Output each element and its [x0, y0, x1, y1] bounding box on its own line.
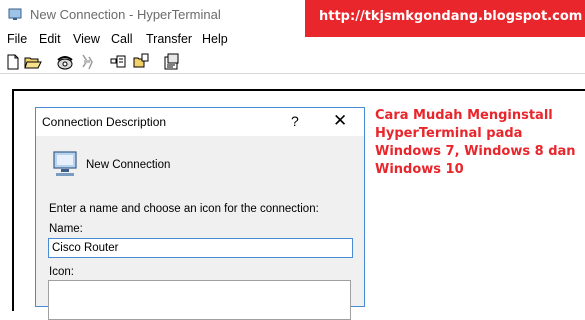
open-folder-icon[interactable] — [24, 53, 42, 71]
dialog-instruction: Enter a name and choose an icon for the … — [49, 203, 319, 215]
connection-name-display: New Connection — [86, 159, 171, 171]
menu-edit[interactable]: Edit — [39, 32, 61, 46]
menu-call[interactable]: Call — [111, 32, 133, 46]
hyperterminal-app-icon — [8, 8, 22, 20]
window-title: New Connection - HyperTerminal — [30, 7, 221, 22]
menu-bar: File Edit View Call Transfer Help — [0, 30, 305, 50]
close-button[interactable]: ✕ — [333, 111, 347, 131]
receive-file-icon[interactable] — [132, 53, 150, 71]
help-button[interactable]: ? — [291, 113, 299, 129]
name-input[interactable] — [48, 238, 353, 258]
article-caption: Cara Mudah Menginstall HyperTerminal pad… — [375, 108, 576, 177]
disconnect-icon[interactable] — [78, 53, 96, 71]
send-file-icon[interactable] — [109, 53, 127, 71]
menu-view[interactable]: View — [73, 32, 100, 46]
name-label: Name: — [49, 223, 83, 235]
dialog-titlebar: Connection Description ? ✕ — [36, 108, 364, 136]
connection-icon — [53, 151, 77, 176]
blog-url: http://tkjsmkgondang.blogspot.com — [319, 9, 583, 24]
blog-banner: http://tkjsmkgondang.blogspot.com — [305, 0, 585, 37]
icon-chooser-list[interactable] — [48, 280, 351, 320]
menu-help[interactable]: Help — [202, 32, 228, 46]
menu-file[interactable]: File — [7, 32, 27, 46]
toolbar — [0, 52, 585, 72]
dial-phone-icon[interactable] — [56, 53, 74, 71]
icon-label: Icon: — [49, 266, 74, 278]
toolbar-divider — [0, 73, 585, 74]
dialog-title: Connection Description — [42, 115, 167, 129]
connection-description-dialog: Connection Description ? ✕ New Connectio… — [35, 107, 365, 320]
new-document-icon[interactable] — [4, 53, 22, 71]
properties-icon[interactable] — [163, 53, 181, 71]
menu-transfer[interactable]: Transfer — [146, 32, 192, 46]
